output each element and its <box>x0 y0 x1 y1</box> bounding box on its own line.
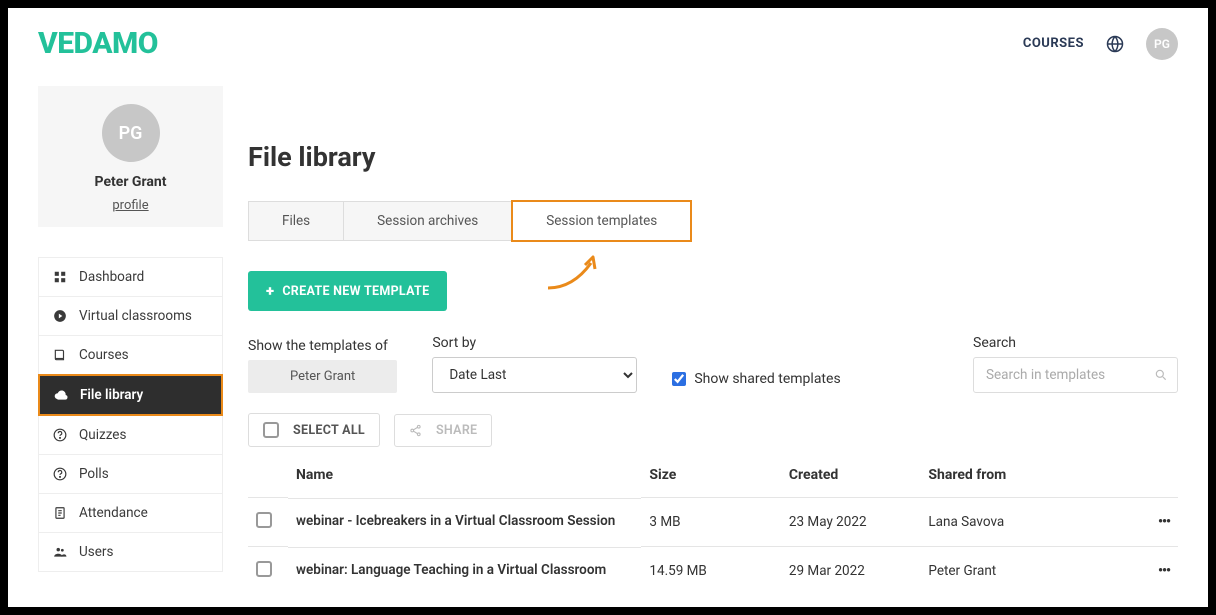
profile-card: PG Peter Grant profile <box>38 86 223 227</box>
search-input[interactable] <box>973 357 1178 393</box>
row-shared: Peter Grant <box>920 547 1138 596</box>
sort-select[interactable]: Date Last <box>432 357 637 393</box>
col-size: Size <box>641 453 781 498</box>
sidebar-item-users[interactable]: Users <box>38 532 223 572</box>
row-checkbox[interactable] <box>256 561 272 577</box>
more-icon: ••• <box>1158 514 1170 530</box>
row-created: 29 Mar 2022 <box>781 547 921 596</box>
select-all-checkbox[interactable] <box>263 422 279 438</box>
question-icon <box>53 428 67 442</box>
users-icon <box>53 545 67 559</box>
sidebar-item-label: Polls <box>79 466 109 482</box>
row-size: 14.59 MB <box>641 547 781 596</box>
question-icon <box>53 467 67 481</box>
search-icon <box>1154 368 1168 382</box>
select-all-button[interactable]: SELECT ALL <box>248 413 380 447</box>
col-name: Name <box>288 453 641 498</box>
owner-filter-label: Show the templates of <box>248 338 397 354</box>
sidebar-item-dashboard[interactable]: Dashboard <box>38 257 223 297</box>
share-label: SHARE <box>436 423 477 438</box>
sidebar-item-attendance[interactable]: Attendance <box>38 493 223 533</box>
sidebar-item-virtual-classrooms[interactable]: Virtual classrooms <box>38 296 223 336</box>
sidebar-item-label: Virtual classrooms <box>79 308 192 324</box>
show-shared-checkbox-input[interactable] <box>672 372 686 386</box>
sidebar-item-label: Courses <box>79 347 129 363</box>
select-all-label: SELECT ALL <box>293 423 365 438</box>
show-shared-checkbox[interactable]: Show shared templates <box>672 371 840 387</box>
col-shared: Shared from <box>920 453 1138 498</box>
annotation-arrow-icon <box>543 253 603 293</box>
tab-files[interactable]: Files <box>249 202 344 240</box>
tab-session-archives[interactable]: Session archives <box>344 202 512 240</box>
search-label: Search <box>973 335 1178 351</box>
tabs: Files Session archives Session templates <box>248 201 691 241</box>
more-icon: ••• <box>1158 563 1170 579</box>
profile-name: Peter Grant <box>46 174 215 190</box>
row-more-button[interactable]: ••• <box>1138 547 1178 596</box>
row-size: 3 MB <box>641 498 781 547</box>
tab-session-templates[interactable]: Session templates <box>511 200 692 242</box>
sidebar-item-label: Users <box>79 544 113 560</box>
sidebar-item-label: Quizzes <box>79 427 126 443</box>
book-icon <box>53 348 67 362</box>
sidebar-item-label: Attendance <box>79 505 148 521</box>
create-button-label: CREATE NEW TEMPLATE <box>282 284 429 299</box>
sidebar-item-courses[interactable]: Courses <box>38 335 223 375</box>
show-shared-label: Show shared templates <box>694 371 840 387</box>
sidebar-item-quizzes[interactable]: Quizzes <box>38 415 223 455</box>
row-shared: Lana Savova <box>920 498 1138 547</box>
cloud-icon <box>54 388 68 402</box>
page-title: File library <box>248 141 1178 173</box>
share-icon <box>409 424 422 437</box>
sidebar-item-file-library[interactable]: File library <box>38 374 223 416</box>
sidebar-item-label: Dashboard <box>79 269 144 285</box>
row-created: 23 May 2022 <box>781 498 921 547</box>
sidebar-item-label: File library <box>80 387 143 403</box>
sidebar-item-polls[interactable]: Polls <box>38 454 223 494</box>
avatar-large: PG <box>102 104 160 162</box>
globe-icon[interactable] <box>1106 35 1124 53</box>
grid-icon <box>53 270 67 284</box>
courses-link[interactable]: COURSES <box>1023 36 1084 51</box>
sort-label: Sort by <box>432 335 637 351</box>
play-icon <box>53 309 67 323</box>
avatar[interactable]: PG <box>1146 28 1178 60</box>
create-template-button[interactable]: + CREATE NEW TEMPLATE <box>248 271 447 311</box>
profile-link[interactable]: profile <box>112 198 148 213</box>
plus-icon: + <box>266 282 274 300</box>
row-name: webinar - Icebreakers in a Virtual Class… <box>296 513 615 529</box>
row-name: webinar: Language Teaching in a Virtual … <box>296 562 606 578</box>
col-created: Created <box>781 453 921 498</box>
brand-logo: VEDAMO <box>38 26 158 61</box>
table-row[interactable]: webinar - Icebreakers in a Virtual Class… <box>248 498 1178 547</box>
share-button[interactable]: SHARE <box>394 414 492 447</box>
table-row[interactable]: webinar: Language Teaching in a Virtual … <box>248 547 1178 596</box>
row-checkbox[interactable] <box>256 512 272 528</box>
document-icon <box>53 506 67 520</box>
owner-filter-button[interactable]: Peter Grant <box>248 360 397 393</box>
row-more-button[interactable]: ••• <box>1138 498 1178 547</box>
